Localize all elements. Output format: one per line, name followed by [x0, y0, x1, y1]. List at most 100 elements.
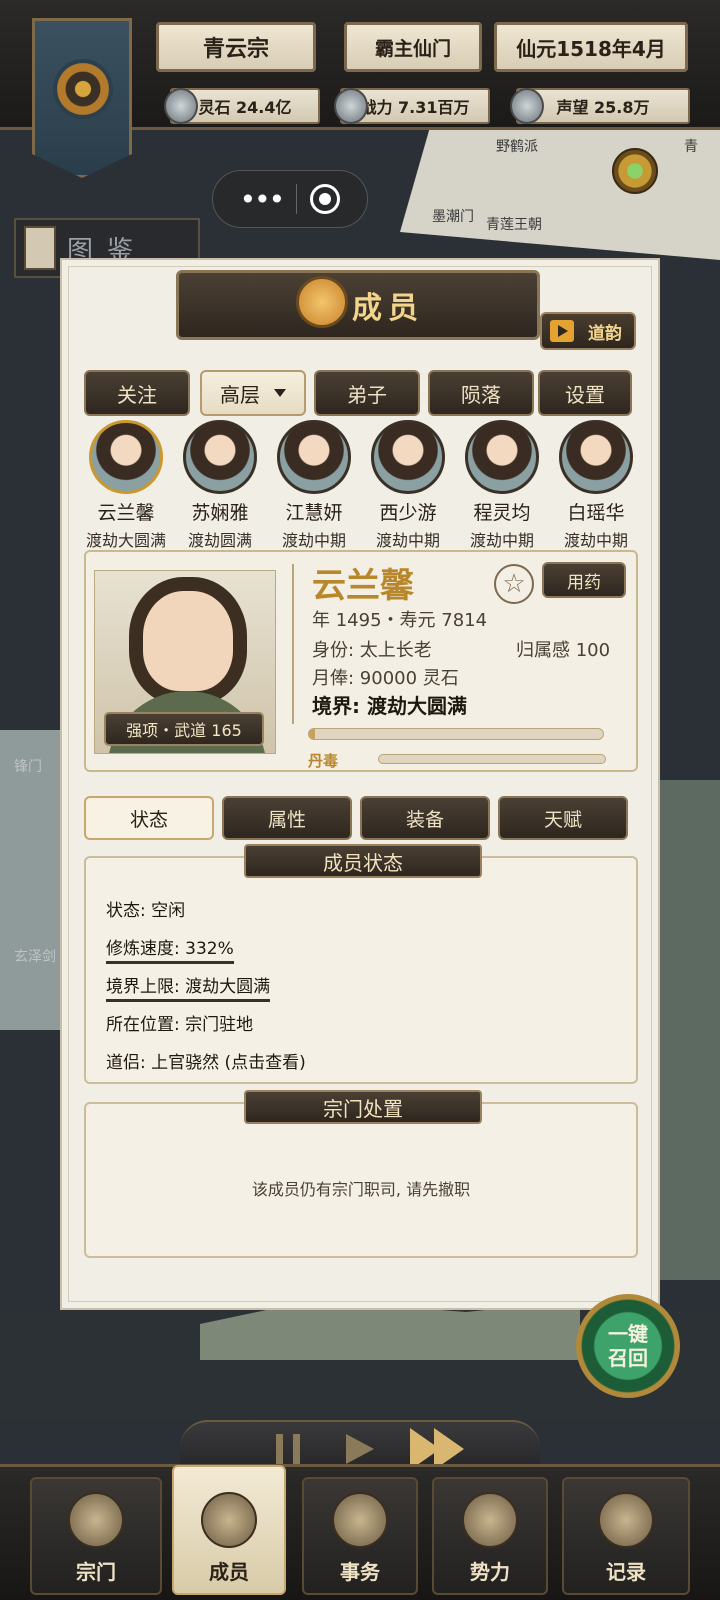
member-realm: 渡劫中期 — [469, 531, 534, 550]
nav-label: 成员 — [209, 1560, 249, 1584]
recall-label-1: 一键 — [608, 1322, 648, 1346]
subtab-equipment[interactable]: 装备 — [360, 796, 490, 840]
member-name: 江慧妍 — [285, 502, 343, 524]
tab-label: 陨落 — [461, 382, 501, 407]
section-title: 宗门处置 — [244, 1090, 482, 1124]
member-detail-card: 强项・武道 165 云兰馨 ☆ 用药 年 1495・寿元 7814 身份: 太上… — [84, 550, 638, 772]
book-icon — [598, 1492, 654, 1548]
tab-senior-dropdown[interactable]: 高层 — [200, 370, 306, 416]
play-icon[interactable] — [346, 1434, 374, 1464]
nav-label: 势力 — [470, 1560, 510, 1584]
sect-emblem-icon — [53, 59, 113, 119]
spirit-stone-label: 灵石 24.4亿 — [198, 98, 292, 117]
map-place-label[interactable]: 墨潮门 — [432, 206, 474, 226]
orb-icon — [510, 88, 544, 124]
dao-partner-link[interactable]: 道侣: 上官骁然 (点击查看) — [106, 1048, 306, 1073]
nav-affairs[interactable]: 事务 — [302, 1477, 418, 1595]
portrait-head — [143, 591, 233, 691]
map-place-label[interactable]: 青莲王朝 — [486, 214, 542, 234]
map-place-label[interactable]: 锋门 — [14, 756, 42, 776]
member-realm: 渡劫中期 — [281, 531, 346, 550]
member-status-section: 成员状态 状态: 空闲 修炼速度: 332% 境界上限: 渡劫大圆满 所在位置:… — [84, 844, 638, 1084]
use-medicine-button[interactable]: 用药 — [542, 562, 626, 598]
scroll-icon — [332, 1492, 388, 1548]
settings-gear-icon[interactable] — [612, 148, 658, 194]
spirit-stone-counter[interactable]: 灵石 24.4亿 — [164, 88, 320, 124]
status-line: 状态: 空闲 — [106, 901, 186, 921]
tab-label: 关注 — [117, 382, 157, 407]
sect-name: 青云宗 — [156, 22, 316, 72]
salary: 月俸: 90000 灵石 — [312, 668, 459, 689]
avatar — [277, 420, 351, 494]
member-avatar[interactable]: 白瑶华 渡劫中期 — [556, 420, 636, 551]
dan-poison-bar — [378, 754, 606, 764]
map-place-label[interactable]: 青 — [684, 136, 698, 156]
tab-label: 设置 — [565, 382, 605, 407]
close-target-icon[interactable] — [310, 184, 341, 214]
member-avatar[interactable]: 苏娴雅 渡劫圆满 — [180, 420, 260, 551]
more-dots-icon[interactable]: ••• — [240, 183, 286, 216]
one-key-recall-button[interactable]: 一键 召回 — [576, 1294, 680, 1398]
daoyun-label: 道韵 — [588, 323, 622, 344]
map-place-label[interactable]: 玄泽剑 — [14, 946, 56, 966]
codex-book-icon — [24, 226, 56, 270]
play-video-icon — [550, 320, 574, 342]
mini-program-capsule[interactable]: ••• — [212, 170, 368, 228]
member-realm: 渡劫圆满 — [187, 531, 252, 550]
panel-title: 成员 — [176, 270, 540, 340]
subtab-status[interactable]: 状态 — [84, 796, 214, 840]
nav-records[interactable]: 记录 — [562, 1477, 690, 1595]
realm: 境界: 渡劫大圆满 — [312, 694, 467, 718]
star-icon[interactable]: ☆ — [494, 564, 534, 604]
avatar — [465, 420, 539, 494]
prestige-counter[interactable]: 声望 25.8万 — [510, 88, 690, 124]
nav-sect[interactable]: 宗门 — [30, 1477, 162, 1595]
member-realm: 渡劫中期 — [375, 531, 440, 550]
prestige-label: 声望 25.8万 — [556, 98, 650, 117]
member-name: 程灵均 — [473, 502, 531, 524]
subtab-label: 属性 — [267, 808, 306, 831]
avatar — [183, 420, 257, 494]
combat-power-counter[interactable]: 战力 7.31百万 — [334, 88, 490, 124]
subtab-attributes[interactable]: 属性 — [222, 796, 352, 840]
member-realm: 渡劫大圆满 — [86, 531, 167, 550]
nav-label: 宗门 — [76, 1560, 116, 1584]
nav-label: 事务 — [340, 1560, 380, 1584]
member-avatar[interactable]: 西少游 渡劫中期 — [368, 420, 448, 551]
map-place-label[interactable]: 野鹤派 — [496, 136, 538, 156]
member-icon — [201, 1492, 257, 1548]
member-avatar[interactable]: 江慧妍 渡劫中期 — [274, 420, 354, 551]
capsule-divider — [296, 184, 298, 214]
cultivation-progress-bar — [308, 728, 604, 740]
member-avatar[interactable]: 云兰馨 渡劫大圆满 — [86, 420, 166, 551]
tab-follow[interactable]: 关注 — [84, 370, 190, 416]
banner-icon — [462, 1492, 518, 1548]
sect-icon — [68, 1492, 124, 1548]
cultivation-speed-link[interactable]: 修炼速度: 332% — [106, 934, 234, 964]
realm-limit-link[interactable]: 境界上限: 渡劫大圆满 — [106, 972, 271, 1002]
dan-poison-label: 丹毒 — [308, 752, 339, 770]
member-detail-name: 云兰馨 — [312, 566, 414, 606]
subtab-label: 装备 — [405, 808, 444, 831]
age-lifespan: 年 1495・寿元 7814 — [312, 610, 488, 631]
pause-icon[interactable] — [276, 1434, 300, 1464]
chevron-down-icon — [274, 389, 286, 397]
nav-members[interactable]: 成员 — [172, 1465, 286, 1595]
member-title-icon — [296, 276, 348, 328]
daoyun-button[interactable]: 道韵 — [540, 312, 636, 350]
panel-title-text: 成员 — [352, 291, 424, 326]
section-title: 成员状态 — [244, 844, 482, 878]
avatar — [89, 420, 163, 494]
member-name: 白瑶华 — [567, 502, 625, 524]
subtab-talent[interactable]: 天赋 — [498, 796, 628, 840]
tab-settings[interactable]: 设置 — [538, 370, 632, 416]
tab-disciples[interactable]: 弟子 — [314, 370, 420, 416]
tab-label: 高层 — [220, 382, 260, 407]
divider — [292, 564, 294, 724]
member-avatar[interactable]: 程灵均 渡劫中期 — [462, 420, 542, 551]
nav-factions[interactable]: 势力 — [432, 1477, 548, 1595]
avatar — [559, 420, 633, 494]
game-date: 仙元1518年4月 — [494, 22, 688, 72]
sect-banner[interactable] — [32, 18, 132, 178]
tab-fallen[interactable]: 陨落 — [428, 370, 534, 416]
